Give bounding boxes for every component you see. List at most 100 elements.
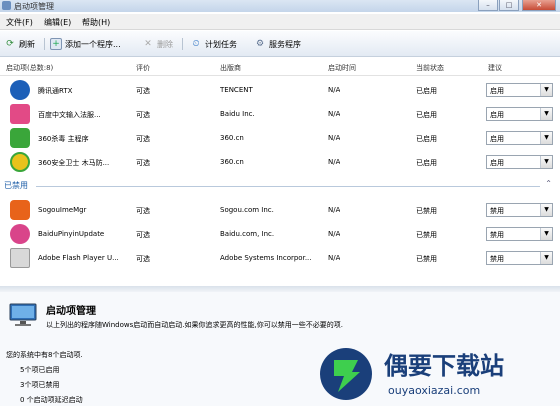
group-divider xyxy=(36,186,540,187)
360-safeguard-icon xyxy=(10,152,30,172)
title-bar: 启动项管理 – □ ✕ xyxy=(0,0,560,12)
chevron-down-icon[interactable]: ▼ xyxy=(540,108,552,120)
item-start-time: N/A xyxy=(328,206,341,214)
advice-value: 启用 xyxy=(490,111,504,119)
advice-select[interactable]: 启用 ▼ xyxy=(486,83,553,97)
item-rating: 可选 xyxy=(136,231,150,239)
item-start-time: N/A xyxy=(328,86,341,94)
monitor-icon xyxy=(9,303,37,326)
rtx-icon xyxy=(10,80,30,100)
collapse-icon[interactable]: ⌃ xyxy=(545,179,552,188)
item-rating: 可选 xyxy=(136,207,150,215)
item-rating: 可选 xyxy=(136,159,150,167)
advice-value: 禁用 xyxy=(490,255,504,263)
toolbar-separator xyxy=(182,38,183,50)
maximize-button[interactable]: □ xyxy=(499,0,519,11)
item-rating: 可选 xyxy=(136,135,150,143)
disabled-group-header[interactable]: 已禁用 ⌃ xyxy=(0,178,560,192)
item-start-time: N/A xyxy=(328,158,341,166)
item-rating: 可选 xyxy=(136,255,150,263)
baidu-ime-icon xyxy=(10,104,30,124)
toolbar: ⟳ 刷新 + 添加一个程序... ✕ 删除 ⏲ 计划任务 ⚙ 服务程序 xyxy=(0,31,560,57)
advice-select[interactable]: 启用 ▼ xyxy=(486,131,553,145)
item-publisher: Adobe Systems Incorpor... xyxy=(220,254,312,262)
column-header: 启动项(总数:8) 评价 出版商 启动时间 当前状态 建议 xyxy=(0,58,560,76)
table-row[interactable]: 百度中文输入法服... 可选 Baidu Inc. N/A 已启用 启用 ▼ xyxy=(0,102,560,126)
minimize-button[interactable]: – xyxy=(478,0,498,11)
menu-file[interactable]: 文件(F) xyxy=(6,17,33,28)
table-row[interactable]: 360安全卫士 木马防... 可选 360.cn N/A 已启用 启用 ▼ xyxy=(0,150,560,174)
startup-summary: 您的系统中有8个启动项. xyxy=(6,351,83,359)
refresh-button[interactable]: ⟳ 刷新 xyxy=(4,37,35,51)
item-publisher: 360.cn xyxy=(220,158,244,166)
watermark-url: ouyaoxiazai.com xyxy=(388,384,481,397)
delayed-count: 0 个启动项延迟启动 xyxy=(20,396,83,404)
chevron-down-icon[interactable]: ▼ xyxy=(540,204,552,216)
column-advice[interactable]: 建议 xyxy=(488,63,502,73)
advice-select[interactable]: 禁用 ▼ xyxy=(486,203,553,217)
item-name: 百度中文输入法服... xyxy=(38,111,101,119)
item-status: 已禁用 xyxy=(416,255,437,263)
delete-label: 删除 xyxy=(157,39,173,49)
window-title: 启动项管理 xyxy=(14,2,54,11)
advice-select[interactable]: 禁用 ▼ xyxy=(486,251,553,265)
advice-select[interactable]: 启用 ▼ xyxy=(486,155,553,169)
chevron-down-icon[interactable]: ▼ xyxy=(540,252,552,264)
app-icon xyxy=(2,1,11,10)
item-rating: 可选 xyxy=(136,111,150,119)
refresh-label: 刷新 xyxy=(19,39,35,49)
table-row[interactable]: 360杀毒 主程序 可选 360.cn N/A 已启用 启用 ▼ xyxy=(0,126,560,150)
item-start-time: N/A xyxy=(328,110,341,118)
advice-select[interactable]: 禁用 ▼ xyxy=(486,227,553,241)
column-startup-item[interactable]: 启动项(总数:8) xyxy=(6,63,53,73)
service-program-button[interactable]: ⚙ 服务程序 xyxy=(254,37,301,51)
item-status: 已禁用 xyxy=(416,207,437,215)
close-button[interactable]: ✕ xyxy=(522,0,556,11)
advice-value: 启用 xyxy=(490,87,504,95)
add-program-icon: + xyxy=(50,38,62,50)
item-status: 已禁用 xyxy=(416,231,437,239)
table-row[interactable]: SogouImeMgr 可选 Sogou.com Inc. N/A 已禁用 禁用… xyxy=(0,198,560,222)
item-publisher: Baidu Inc. xyxy=(220,110,255,118)
item-status: 已启用 xyxy=(416,159,437,167)
menu-help[interactable]: 帮助(H) xyxy=(82,17,110,28)
schedule-task-label: 计划任务 xyxy=(205,39,237,49)
advice-value: 禁用 xyxy=(490,207,504,215)
add-program-label: 添加一个程序... xyxy=(65,39,121,49)
column-status[interactable]: 当前状态 xyxy=(416,63,444,73)
table-row[interactable]: Adobe Flash Player U... 可选 Adobe Systems… xyxy=(0,246,560,270)
table-row[interactable]: BaiduPinyinUpdate 可选 Baidu.com, Inc. N/A… xyxy=(0,222,560,246)
chevron-down-icon[interactable]: ▼ xyxy=(540,84,552,96)
chevron-down-icon[interactable]: ▼ xyxy=(540,132,552,144)
advice-value: 启用 xyxy=(490,135,504,143)
item-status: 已启用 xyxy=(416,87,437,95)
item-publisher: 360.cn xyxy=(220,134,244,142)
360-antivirus-icon xyxy=(10,128,30,148)
advice-value: 启用 xyxy=(490,159,504,167)
enabled-count: 5个项已启用 xyxy=(20,366,60,374)
disabled-group-label: 已禁用 xyxy=(4,181,28,190)
advice-select[interactable]: 启用 ▼ xyxy=(486,107,553,121)
disabled-count: 3个项已禁用 xyxy=(20,381,60,389)
menu-bar: 文件(F) 编辑(E) 帮助(H) xyxy=(0,14,560,30)
item-name: 360杀毒 主程序 xyxy=(38,135,89,143)
column-publisher[interactable]: 出版商 xyxy=(220,63,241,73)
add-program-button[interactable]: + 添加一个程序... xyxy=(50,37,121,51)
column-rating[interactable]: 评价 xyxy=(136,63,150,73)
column-start-time[interactable]: 启动时间 xyxy=(328,63,356,73)
chevron-down-icon[interactable]: ▼ xyxy=(540,228,552,240)
schedule-task-button[interactable]: ⏲ 计划任务 xyxy=(190,37,237,51)
menu-edit[interactable]: 编辑(E) xyxy=(44,17,71,28)
item-name: 360安全卫士 木马防... xyxy=(38,159,110,167)
flash-player-icon xyxy=(10,248,30,268)
table-row[interactable]: 腾讯通RTX 可选 TENCENT N/A 已启用 启用 ▼ xyxy=(0,78,560,102)
delete-button[interactable]: ✕ 删除 xyxy=(142,37,173,51)
delete-icon: ✕ xyxy=(144,39,152,49)
item-start-time: N/A xyxy=(328,230,341,238)
item-start-time: N/A xyxy=(328,254,341,262)
baidu-pinyin-icon xyxy=(10,224,30,244)
item-status: 已启用 xyxy=(416,135,437,143)
chevron-down-icon[interactable]: ▼ xyxy=(540,156,552,168)
item-name: Adobe Flash Player U... xyxy=(38,254,119,262)
item-start-time: N/A xyxy=(328,134,341,142)
